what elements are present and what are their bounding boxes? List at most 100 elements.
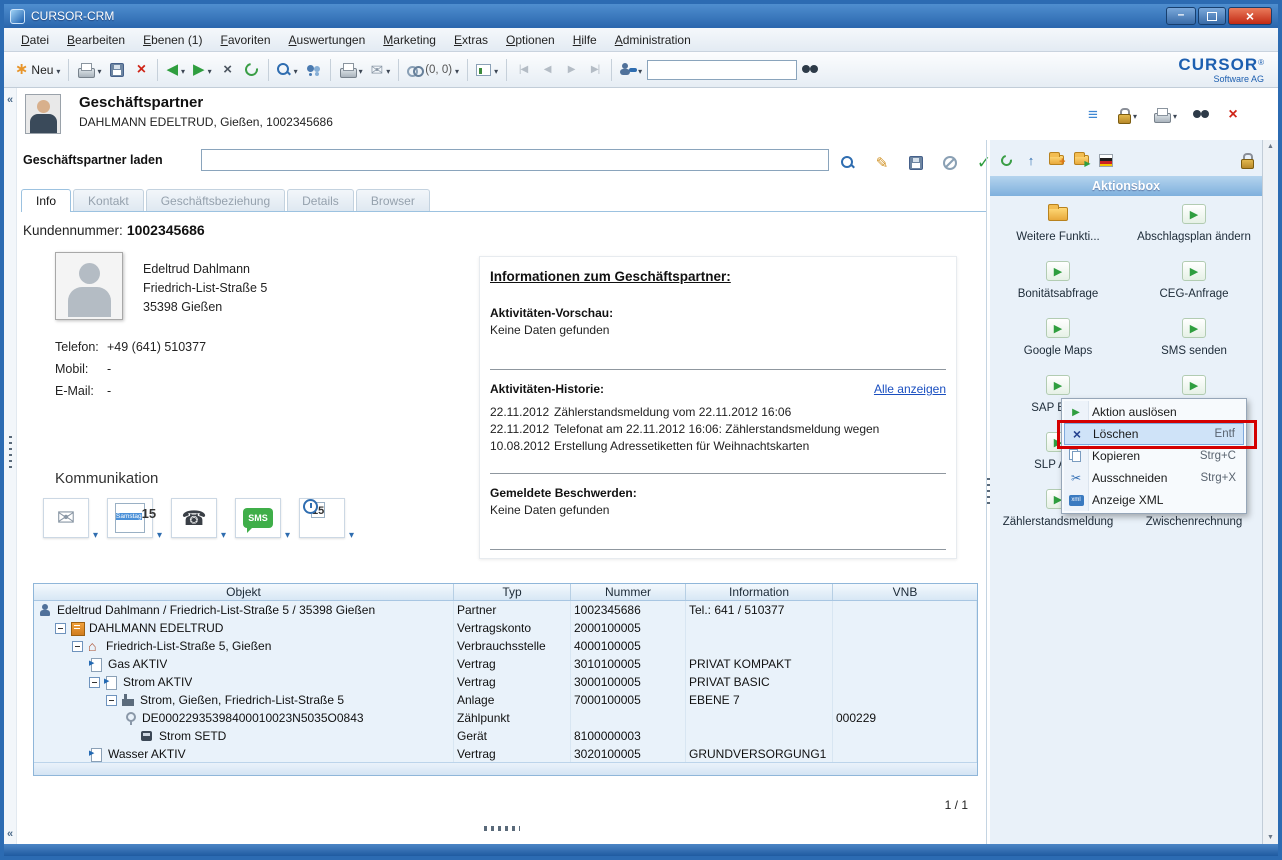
action-item[interactable]: Weitere Funkti...: [990, 198, 1126, 255]
menu-item[interactable]: Optionen: [497, 30, 564, 50]
action-folder-button[interactable]: [1071, 150, 1091, 170]
contacts-button[interactable]: [303, 57, 325, 83]
chevron-down-icon[interactable]: [56, 63, 60, 77]
refresh-button[interactable]: [241, 57, 263, 83]
context-menu-item[interactable]: Aktion auslösen: [1064, 401, 1244, 423]
tab[interactable]: Browser: [356, 189, 430, 211]
first-record-button[interactable]: [512, 57, 534, 83]
chevron-down-icon[interactable]: [1173, 108, 1177, 122]
cancel-button[interactable]: [939, 150, 961, 176]
close-record-button[interactable]: [1222, 102, 1244, 128]
print-button[interactable]: [74, 57, 104, 83]
show-all-link[interactable]: Alle anzeigen: [874, 382, 946, 396]
chevron-down-icon[interactable]: [455, 63, 459, 77]
context-menu-item[interactable]: Ausschneiden Strg+X: [1064, 467, 1244, 489]
save-record-button[interactable]: [905, 150, 927, 176]
column-header-information[interactable]: Information: [686, 584, 833, 600]
send-mail-button[interactable]: [368, 57, 394, 83]
menu-item[interactable]: Ebenen (1): [134, 30, 211, 50]
tree-expander[interactable]: [106, 695, 117, 706]
action-item[interactable]: Abschlagsplan ändern: [1126, 198, 1262, 255]
search-record-button[interactable]: [1190, 102, 1212, 128]
chevron-down-icon[interactable]: [294, 63, 298, 77]
bottom-splitter-grip[interactable]: [484, 826, 520, 831]
action-item[interactable]: CEG-Anfrage: [1126, 255, 1262, 312]
table-row[interactable]: Strom, Gießen, Friedrich-List-Straße 5 A…: [34, 691, 977, 709]
chart-button[interactable]: [473, 57, 501, 83]
column-header-typ[interactable]: Typ: [454, 584, 571, 600]
menu-item[interactable]: Datei: [12, 30, 58, 50]
lock-panel-button[interactable]: [1236, 150, 1256, 170]
table-row[interactable]: Strom SETD Gerät 8100000003: [34, 727, 977, 745]
add-folder-button[interactable]: [1046, 150, 1066, 170]
table-row[interactable]: Strom AKTIV Vertrag 3000100005 PRIVAT BA…: [34, 673, 977, 691]
chevron-down-icon[interactable]: [1133, 108, 1137, 122]
refresh-actions-button[interactable]: [996, 150, 1016, 170]
navigate-up-button[interactable]: [1021, 150, 1041, 170]
collapse-bottom-icon[interactable]: [4, 828, 16, 840]
chevron-down-icon[interactable]: [208, 63, 212, 77]
action-item[interactable]: Bonitätsabfrage: [990, 255, 1126, 312]
tree-expander[interactable]: [89, 677, 100, 688]
new-record-button[interactable]: Neu: [12, 57, 63, 83]
chevron-down-icon[interactable]: [157, 530, 162, 541]
close-button[interactable]: [1228, 7, 1272, 25]
save-button[interactable]: [106, 57, 128, 83]
edit-button[interactable]: [871, 150, 893, 176]
tree-expander[interactable]: [72, 641, 83, 652]
column-header-objekt[interactable]: Objekt: [34, 584, 454, 600]
person-search-button[interactable]: [617, 57, 645, 83]
context-menu-item[interactable]: Anzeige XML: [1064, 489, 1244, 511]
maximize-button[interactable]: [1198, 7, 1226, 25]
menu-item[interactable]: Auswertungen: [280, 30, 375, 50]
chevron-down-icon[interactable]: [386, 63, 390, 77]
send-email-button[interactable]: [43, 498, 89, 538]
menu-item[interactable]: Bearbeiten: [58, 30, 134, 50]
column-header-nummer[interactable]: Nummer: [571, 584, 686, 600]
vertical-scrollbar[interactable]: [1262, 140, 1278, 844]
task-reminder-button[interactable]: 15: [299, 498, 345, 538]
chevron-down-icon[interactable]: [359, 63, 363, 77]
table-row[interactable]: DE00022935398400010023N5035O0843 Zählpun…: [34, 709, 977, 727]
discard-button[interactable]: [130, 57, 152, 83]
execute-search-button[interactable]: [837, 150, 859, 176]
table-row[interactable]: Wasser AKTIV Vertrag 3020100005 GRUNDVER…: [34, 745, 977, 763]
print-list-button[interactable]: [336, 57, 366, 83]
send-sms-button[interactable]: SMS: [235, 498, 281, 538]
quick-search-input[interactable]: [647, 60, 797, 80]
next-record-button[interactable]: [560, 57, 582, 83]
lock-record-button[interactable]: [1114, 102, 1140, 128]
previous-record-button[interactable]: [536, 57, 558, 83]
print-record-button[interactable]: [1150, 102, 1180, 128]
left-splitter[interactable]: [4, 88, 17, 844]
chevron-down-icon[interactable]: [349, 530, 354, 541]
action-item[interactable]: Google Maps: [990, 312, 1126, 369]
record-counter[interactable]: (0, 0): [404, 57, 462, 83]
context-menu-item[interactable]: Löschen Entf: [1064, 423, 1244, 445]
minimize-button[interactable]: [1166, 7, 1196, 25]
chevron-down-icon[interactable]: [494, 63, 498, 77]
table-row[interactable]: Edeltrud Dahlmann / Friedrich-List-Straß…: [34, 601, 977, 619]
menu-item[interactable]: Marketing: [374, 30, 445, 50]
table-hscrollbar[interactable]: [34, 762, 977, 775]
chevron-down-icon[interactable]: [221, 530, 226, 541]
appointment-button[interactable]: Samstag15: [107, 498, 153, 538]
tab[interactable]: Info: [21, 189, 71, 212]
chevron-down-icon[interactable]: [93, 530, 98, 541]
forward-button[interactable]: [190, 57, 215, 83]
list-view-button[interactable]: [1082, 102, 1104, 128]
last-record-button[interactable]: [584, 57, 606, 83]
menu-item[interactable]: Favoriten: [211, 30, 279, 50]
menu-item[interactable]: Administration: [606, 30, 700, 50]
search-options-button[interactable]: [274, 57, 301, 83]
action-item[interactable]: SMS senden: [1126, 312, 1262, 369]
chevron-down-icon[interactable]: [285, 530, 290, 541]
tree-expander[interactable]: [55, 623, 66, 634]
table-row[interactable]: Gas AKTIV Vertrag 3010100005 PRIVAT KOMP…: [34, 655, 977, 673]
column-header-vnb[interactable]: VNB: [833, 584, 977, 600]
collapse-left-icon[interactable]: [4, 94, 16, 106]
tab[interactable]: Details: [287, 189, 354, 211]
tab[interactable]: Kontakt: [73, 189, 144, 211]
chevron-down-icon[interactable]: [638, 63, 642, 77]
chevron-down-icon[interactable]: [181, 63, 185, 77]
